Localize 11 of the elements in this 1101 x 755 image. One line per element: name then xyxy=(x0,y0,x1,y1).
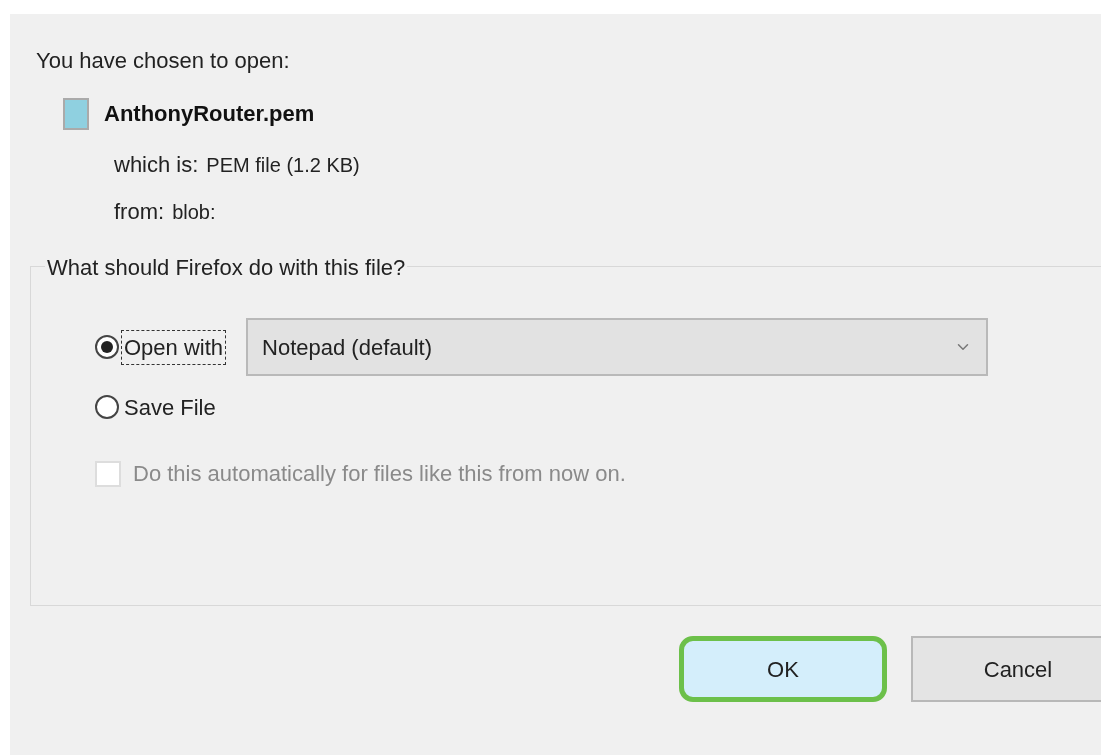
intro-text: You have chosen to open: xyxy=(36,47,290,75)
file-name: AnthonyRouter.pem xyxy=(104,100,315,128)
type-label: which is: xyxy=(114,151,199,179)
app-dropdown[interactable]: Notepad (default) xyxy=(246,318,989,376)
type-value: PEM file (1.2 KB) xyxy=(206,152,360,178)
from-value: blob: xyxy=(172,199,216,225)
dialog-button[interactable]: Cancel xyxy=(911,636,1101,702)
dialog-button[interactable]: OK xyxy=(679,636,887,702)
from-label: from: xyxy=(114,198,165,226)
radio-option[interactable]: Save File xyxy=(95,389,219,425)
file-icon xyxy=(62,97,90,130)
